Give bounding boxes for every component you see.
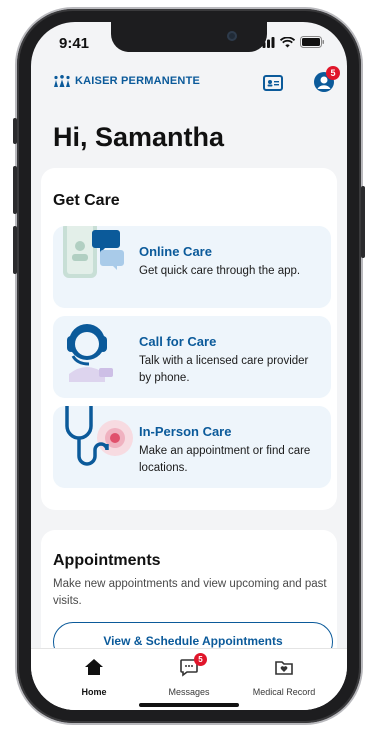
kp-logo-icon xyxy=(54,75,70,87)
brand-name: KAISER PERMANENTE xyxy=(75,75,201,87)
notch xyxy=(111,22,267,52)
appointments-title: Appointments xyxy=(53,552,161,569)
stethoscope-illustration-icon xyxy=(59,406,135,488)
app-header: KAISER PERMANENTE 5 xyxy=(31,66,347,106)
status-time: 9:41 xyxy=(59,35,90,52)
medical-record-icon xyxy=(274,657,294,677)
online-care-description: Get quick care through the app. xyxy=(139,265,301,277)
messages-badge: 5 xyxy=(194,653,207,666)
volume-down-button xyxy=(13,226,17,274)
member-id-card-icon[interactable] xyxy=(263,75,283,91)
in-person-care-option[interactable]: In-Person Care Make an appointment or fi… xyxy=(53,406,331,488)
get-care-card: Get Care Online Care Get quick care thro… xyxy=(41,168,337,510)
in-person-care-description: Make an appointment or find care locatio… xyxy=(139,445,311,474)
home-indicator xyxy=(139,703,239,707)
greeting-title: Hi, Samantha xyxy=(53,122,225,152)
call-for-care-description: Talk with a licensed care provider by ph… xyxy=(139,355,309,384)
app-screen: 9:41 KAISER PERMANENTE 5 Hi, Samantha Ge… xyxy=(31,22,347,710)
call-for-care-option[interactable]: Call for Care Talk with a licensed care … xyxy=(53,316,331,398)
tab-home[interactable]: Home xyxy=(49,657,139,697)
call-for-care-title: Call for Care xyxy=(139,334,217,349)
home-icon xyxy=(84,657,104,677)
appointments-description: Make new appointments and view upcoming … xyxy=(53,578,327,607)
tab-medical-record-label: Medical Record xyxy=(252,687,316,697)
front-camera xyxy=(227,31,237,41)
brand-logo[interactable]: KAISER PERMANENTE xyxy=(53,75,200,87)
mute-switch xyxy=(13,118,17,144)
tab-home-label: Home xyxy=(81,687,107,697)
online-care-option[interactable]: Online Care Get quick care through the a… xyxy=(53,226,331,308)
notification-badge: 5 xyxy=(326,66,340,80)
get-care-title: Get Care xyxy=(53,192,120,209)
tab-messages-label: Messages xyxy=(168,687,210,697)
call-for-care-illustration-icon xyxy=(59,316,135,398)
in-person-care-title: In-Person Care xyxy=(139,424,232,439)
online-care-illustration-icon xyxy=(59,226,135,308)
battery-icon xyxy=(300,36,324,48)
wifi-icon xyxy=(280,36,295,47)
power-button xyxy=(361,186,365,258)
bottom-tab-bar: Home 5 Messages Medical Record xyxy=(31,648,347,710)
volume-up-button xyxy=(13,166,17,214)
online-care-title: Online Care xyxy=(139,244,212,259)
tab-messages[interactable]: 5 Messages xyxy=(144,653,234,697)
tab-medical-record[interactable]: Medical Record xyxy=(239,657,329,697)
